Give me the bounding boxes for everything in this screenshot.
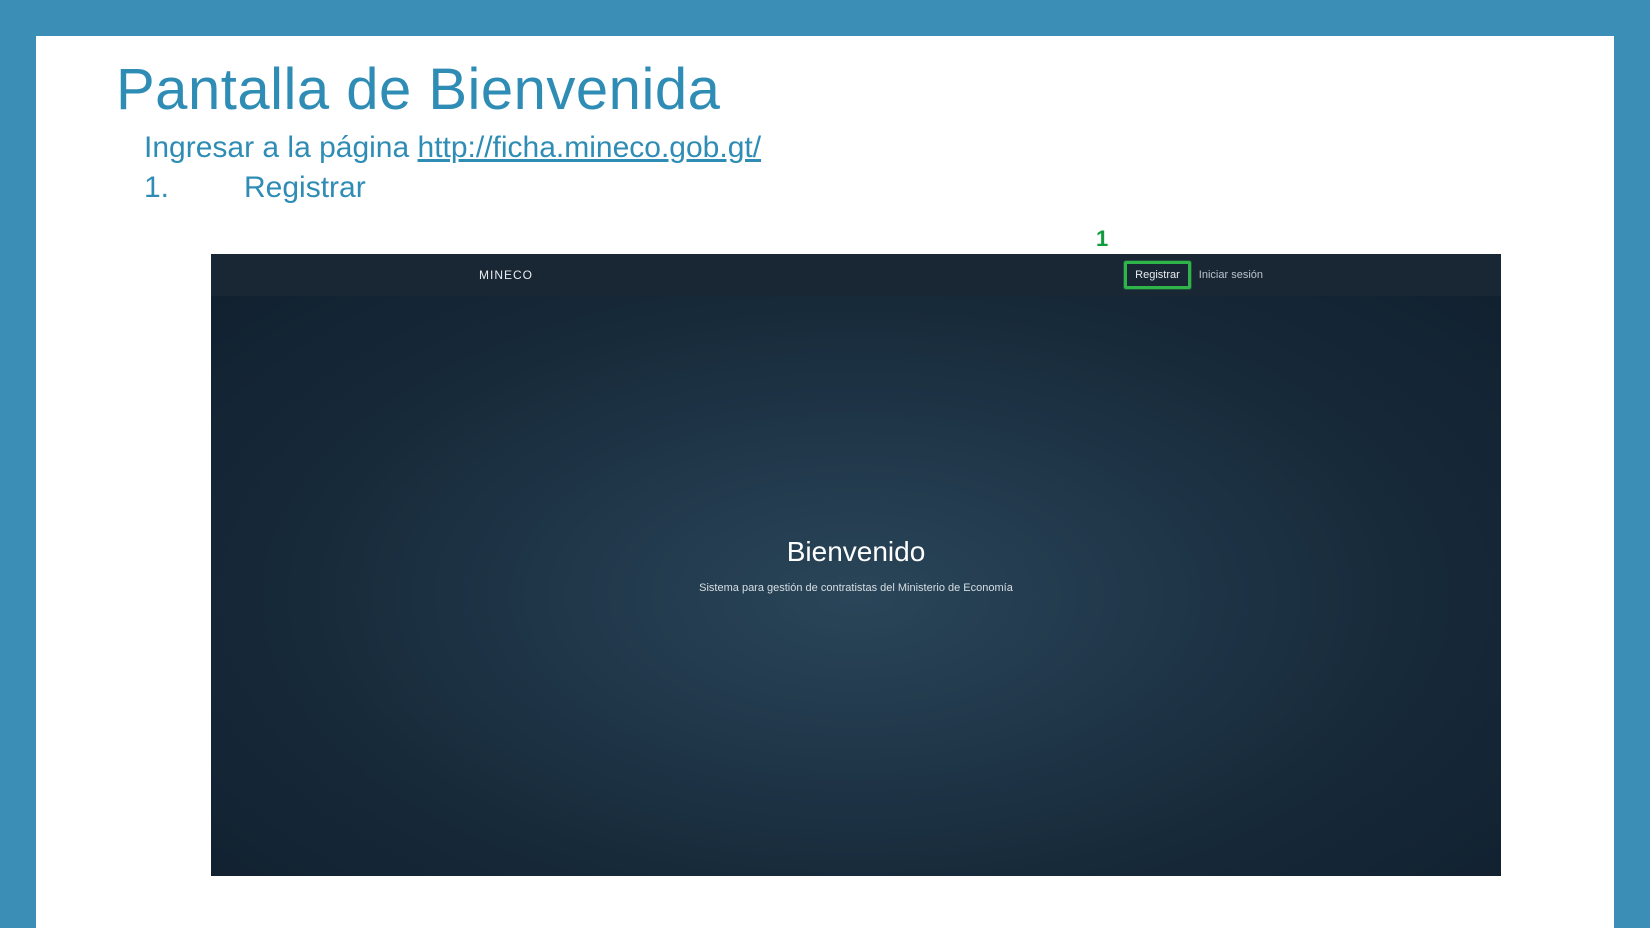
step-line: 1.Registrar — [116, 171, 1534, 205]
app-screenshot: MINECO Registrar Iniciar sesión Bienveni… — [211, 254, 1501, 876]
brand-logo[interactable]: MINECO — [479, 268, 533, 282]
hero-title: Bienvenido — [211, 536, 1501, 568]
slide-content: Pantalla de Bienvenida Ingresar a la pág… — [36, 36, 1614, 205]
instruction-link[interactable]: http://ficha.mineco.gob.gt/ — [418, 131, 762, 164]
slide-title: Pantalla de Bienvenida — [116, 56, 1534, 123]
instruction-prefix: Ingresar a la página — [144, 131, 418, 164]
callout-marker: 1 — [1096, 226, 1108, 252]
instruction-line: Ingresar a la página http://ficha.mineco… — [116, 131, 1534, 165]
nav-right: Registrar Iniciar sesión — [1124, 261, 1271, 289]
register-button[interactable]: Registrar — [1124, 261, 1191, 289]
app-header: MINECO Registrar Iniciar sesión — [211, 254, 1501, 296]
hero-subtitle: Sistema para gestión de contratistas del… — [211, 582, 1501, 594]
slide-frame: Pantalla de Bienvenida Ingresar a la pág… — [36, 36, 1614, 928]
hero-section: Bienvenido Sistema para gestión de contr… — [211, 536, 1501, 594]
login-link[interactable]: Iniciar sesión — [1191, 265, 1271, 285]
step-number: 1. — [144, 171, 244, 205]
step-label: Registrar — [244, 171, 366, 204]
